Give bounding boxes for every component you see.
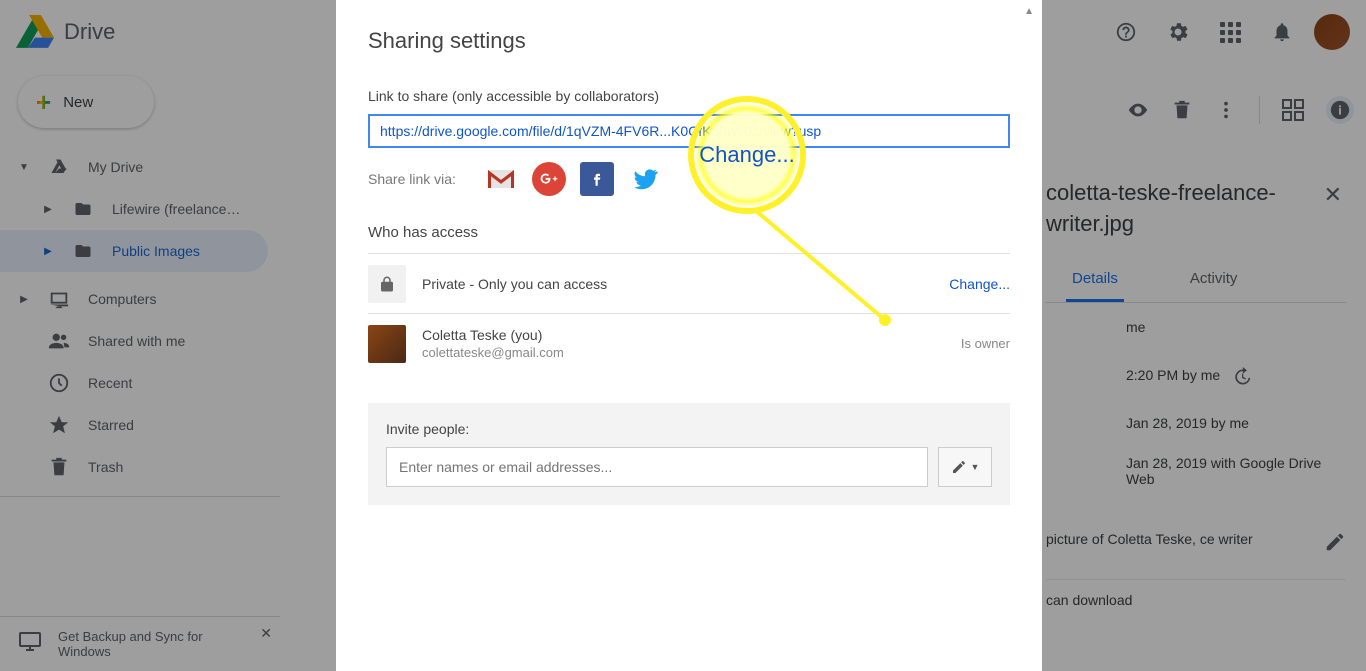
plus-icon: +	[36, 87, 51, 118]
drive-icon	[16, 13, 54, 51]
preview-icon[interactable]	[1127, 99, 1149, 121]
share-via-label: Share link via:	[368, 171, 456, 187]
annotation-line	[745, 205, 905, 335]
star-icon	[48, 414, 70, 436]
close-icon[interactable]: ✕	[1320, 178, 1346, 212]
nav-starred[interactable]: Starred	[0, 404, 268, 446]
link-label: Link to share (only accessible by collab…	[368, 88, 1010, 104]
permission-dropdown[interactable]: ▼	[938, 447, 992, 487]
owner-role: Is owner	[961, 336, 1010, 351]
info-icon[interactable]	[1326, 96, 1354, 124]
twitter-icon[interactable]	[628, 162, 662, 196]
file-title: coletta-teske-freelance-writer.jpg	[1046, 178, 1320, 240]
chevron-right-icon: ▶	[42, 246, 54, 257]
help-icon[interactable]	[1106, 12, 1146, 52]
chevron-down-icon: ▼	[18, 162, 30, 173]
opened-row: Jan 28, 2019 by me	[1046, 403, 1346, 443]
apps-icon[interactable]	[1210, 12, 1250, 52]
grid-view-icon[interactable]	[1282, 99, 1304, 121]
owner-row: Coletta Teske (you) colettateske@gmail.c…	[368, 313, 1010, 373]
monitor-icon	[18, 629, 42, 653]
trash-icon	[48, 456, 70, 478]
chevron-right-icon: ▶	[18, 294, 30, 305]
history-icon[interactable]	[1232, 367, 1252, 387]
notifications-icon[interactable]	[1262, 12, 1302, 52]
app-name: Drive	[64, 19, 115, 45]
googleplus-icon[interactable]	[532, 162, 566, 196]
pencil-icon	[951, 459, 967, 475]
people-icon	[48, 330, 70, 352]
avatar[interactable]	[1314, 14, 1350, 50]
trash-icon[interactable]	[1171, 99, 1193, 121]
drive-icon	[48, 158, 70, 176]
pencil-icon[interactable]	[1324, 531, 1346, 553]
permission-row: can download	[1046, 579, 1346, 620]
nav-trash[interactable]: Trash	[0, 446, 268, 488]
sharing-dialog: ▲ Sharing settings Link to share (only a…	[336, 0, 1042, 671]
new-button[interactable]: + New	[18, 76, 154, 128]
highlight-annotation: Change...	[688, 96, 806, 214]
chevron-right-icon: ▶	[42, 204, 54, 215]
owner-row: me	[1046, 303, 1346, 351]
access-private-row: Private - Only you can access Change...	[368, 253, 1010, 313]
nav-shared[interactable]: Shared with me	[0, 320, 268, 362]
dialog-title: Sharing settings	[368, 28, 1010, 54]
nav-my-drive[interactable]: ▼ My Drive	[0, 146, 268, 188]
owner-email: colettateske@gmail.com	[422, 345, 945, 360]
computer-icon	[48, 288, 70, 310]
clock-icon	[48, 372, 70, 394]
modified-row: 2:20 PM by me	[1046, 351, 1346, 403]
created-row: Jan 28, 2019 with Google Drive Web	[1046, 443, 1346, 499]
close-icon[interactable]: ✕	[260, 625, 272, 642]
folder-icon	[72, 242, 94, 260]
who-has-access-label: Who has access	[368, 224, 1010, 241]
description-row: picture of Coletta Teske, ce writer	[1046, 517, 1346, 567]
scroll-up-icon[interactable]: ▲	[1024, 6, 1034, 17]
gear-icon[interactable]	[1158, 12, 1198, 52]
nav-computers[interactable]: ▶ Computers	[0, 278, 268, 320]
invite-label: Invite people:	[386, 421, 992, 437]
folder-icon	[72, 200, 94, 218]
nav-public-images[interactable]: ▶ Public Images	[0, 230, 268, 272]
owner-avatar	[368, 325, 406, 363]
more-icon[interactable]	[1215, 99, 1237, 121]
chevron-down-icon: ▼	[971, 462, 980, 472]
facebook-icon[interactable]	[580, 162, 614, 196]
nav-recent[interactable]: Recent	[0, 362, 268, 404]
change-access-link[interactable]: Change...	[949, 276, 1010, 292]
lock-icon	[368, 265, 406, 303]
tab-activity[interactable]: Activity	[1184, 258, 1244, 302]
invite-input[interactable]	[386, 447, 928, 487]
backup-banner[interactable]: ✕ Get Backup and Sync for Windows	[0, 616, 280, 671]
tab-details[interactable]: Details	[1066, 258, 1124, 302]
nav-lifewire[interactable]: ▶ Lifewire (freelance…	[0, 188, 268, 230]
gmail-icon[interactable]	[484, 162, 518, 196]
drive-logo[interactable]: Drive	[16, 13, 115, 51]
